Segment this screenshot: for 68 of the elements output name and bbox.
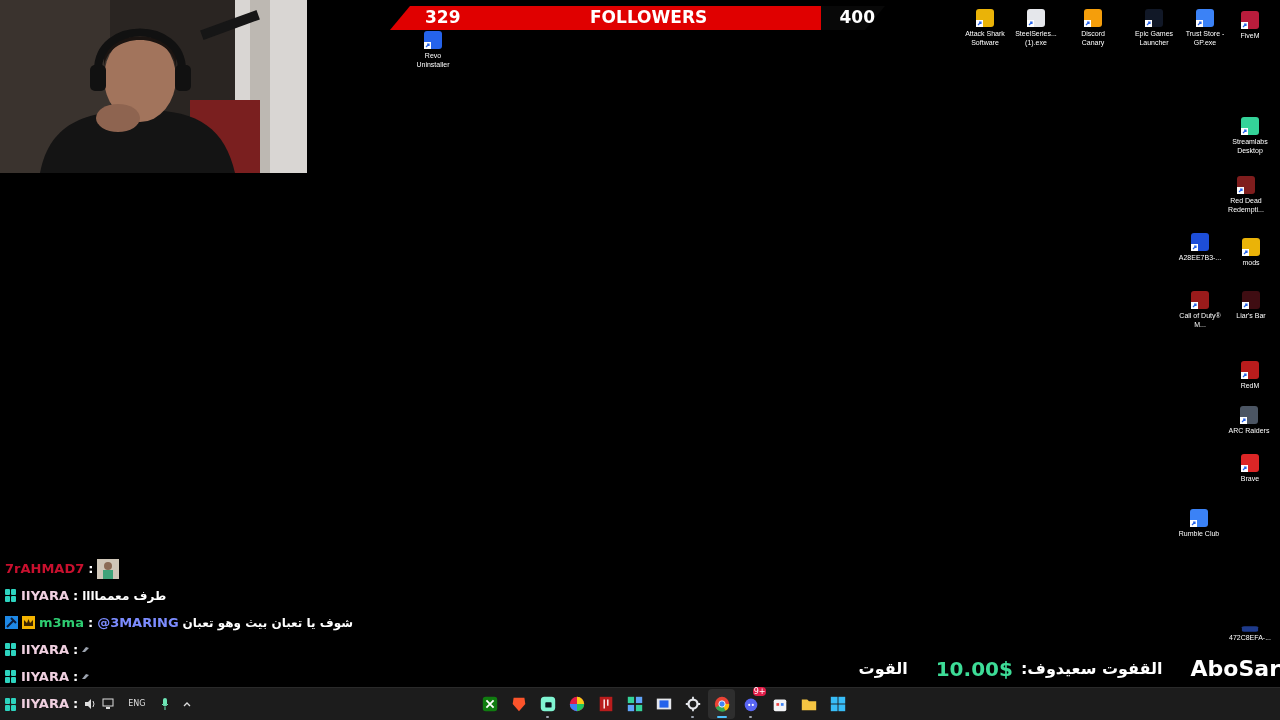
app-icon	[1240, 360, 1260, 380]
app-icon	[1144, 8, 1164, 28]
app-icon	[1083, 8, 1103, 28]
emote-icon	[82, 647, 90, 652]
app-icon	[828, 695, 847, 713]
chat-separator: :	[73, 695, 79, 714]
app-icon	[1190, 232, 1210, 252]
chat-username: m3ma	[39, 613, 84, 632]
network-icon[interactable]	[102, 698, 115, 710]
app-icon	[1240, 10, 1260, 30]
badge-icon	[5, 589, 17, 602]
running-indicator	[749, 716, 753, 718]
chat-username: IIYARA	[21, 695, 69, 714]
app-icon	[1190, 290, 1210, 310]
app-icon	[1240, 116, 1260, 136]
app-icon	[1241, 626, 1259, 632]
emote-icon	[97, 558, 120, 579]
chat-username: IIYARA	[21, 640, 69, 659]
caret-icon[interactable]	[183, 701, 192, 707]
chat-separator: :	[73, 667, 79, 686]
app-icon	[1239, 405, 1259, 425]
follower-count: 329	[425, 6, 462, 30]
app-icon	[567, 695, 586, 713]
app-icon	[975, 8, 995, 28]
mention-link[interactable]: @3MARING	[97, 612, 179, 633]
ticker-text: القوت	[858, 657, 908, 680]
ticker-text: القفوت سعيدوف:	[1020, 657, 1163, 680]
chat-username: 7rAHMAD7	[5, 559, 85, 578]
app-icon	[683, 695, 702, 713]
chat-username: IIYARA	[21, 667, 69, 686]
app-icon	[1026, 8, 1046, 28]
notification-badge: 9+	[752, 687, 767, 696]
app-icon	[423, 30, 443, 50]
app-icon	[1240, 453, 1260, 473]
chat-message: شوف يا تعبان بيث وهو تعبان	[182, 614, 353, 632]
crown-icon	[22, 616, 35, 629]
app-icon	[1241, 237, 1261, 257]
taskbar-app[interactable]	[708, 689, 736, 719]
taskbar-app[interactable]: 9+	[737, 689, 765, 719]
chat-separator: :	[87, 613, 94, 632]
donation-amount: 10.00$	[935, 655, 1013, 683]
badge-icon	[5, 697, 17, 711]
chat-separator: :	[88, 559, 94, 578]
chat-message: طرف معمماااا	[82, 587, 167, 605]
app-icon	[480, 695, 499, 713]
emote-icon	[82, 674, 90, 679]
badge-icon	[5, 643, 17, 656]
chat-separator: :	[73, 586, 79, 605]
app-icon	[712, 695, 731, 713]
language-indicator[interactable]: ENG	[128, 698, 146, 710]
running-indicator	[716, 716, 727, 718]
badge-icon	[5, 670, 17, 683]
app-icon	[538, 695, 557, 713]
app-icon	[1195, 8, 1215, 28]
chat-username: IIYARA	[21, 586, 69, 605]
goal-target: 400	[839, 6, 875, 30]
microphone-icon[interactable]	[161, 698, 170, 710]
app-icon	[1241, 290, 1261, 310]
app-icon	[1236, 175, 1256, 195]
chat-separator: :	[73, 640, 79, 659]
app-icon	[625, 695, 644, 713]
donor-name: AboSar	[1190, 655, 1280, 683]
app-icon	[1189, 508, 1209, 528]
running-indicator	[546, 716, 550, 718]
volume-icon[interactable]	[84, 698, 97, 710]
goal-label: FOLLOWERS	[590, 6, 708, 30]
hammer-icon	[5, 616, 18, 629]
running-indicator	[691, 716, 695, 718]
